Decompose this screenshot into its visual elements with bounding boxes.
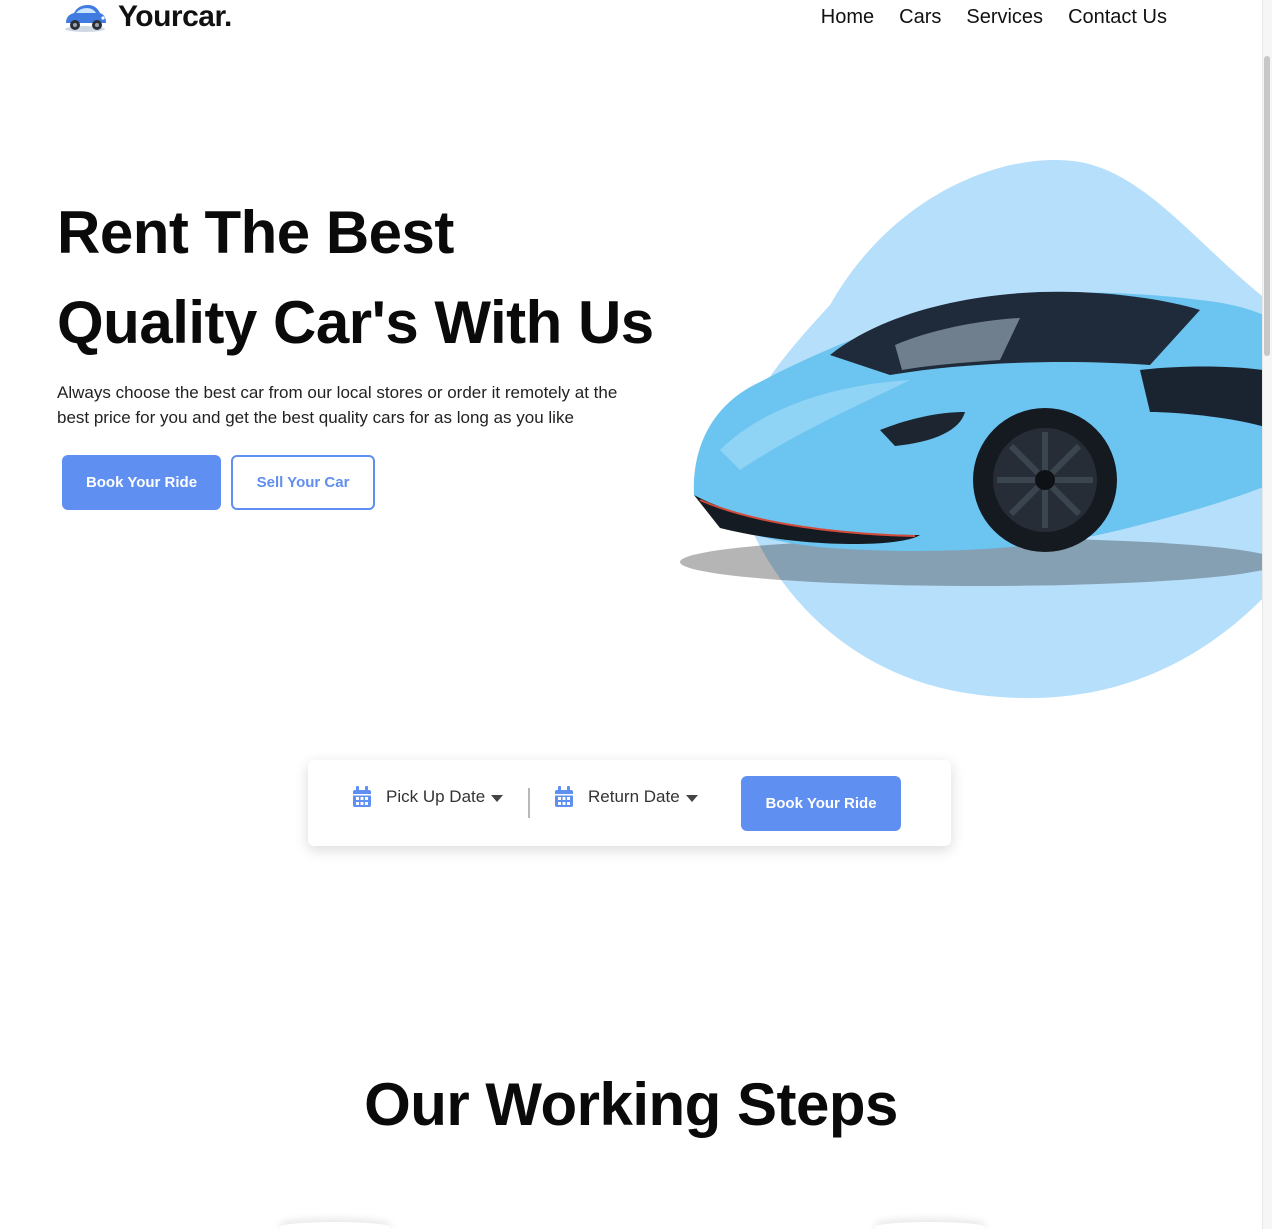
- calendar-icon: [353, 786, 371, 807]
- nav-home[interactable]: Home: [821, 6, 874, 29]
- pickup-date-field[interactable]: Pick Up Date: [352, 786, 504, 808]
- booking-submit-button[interactable]: Book Your Ride: [741, 776, 901, 831]
- field-divider: [528, 788, 530, 818]
- hero-actions: Book Your Ride Sell Your Car: [62, 455, 375, 510]
- site-header: Yourcar. Home Cars Services Contact Us: [0, 0, 1262, 40]
- caret-down-icon: [685, 795, 698, 802]
- brand-logo[interactable]: Yourcar.: [62, 0, 232, 34]
- calendar-icon: [555, 786, 573, 807]
- step-card-edge: [280, 1222, 390, 1229]
- nav-cars[interactable]: Cars: [899, 6, 941, 29]
- main-nav: Home Cars Services Contact Us: [821, 6, 1167, 29]
- sell-your-car-button[interactable]: Sell Your Car: [231, 455, 375, 510]
- book-your-ride-button[interactable]: Book Your Ride: [62, 455, 221, 510]
- nav-services[interactable]: Services: [966, 6, 1043, 29]
- scrollbar-thumb[interactable]: [1264, 56, 1270, 356]
- caret-down-icon: [491, 795, 504, 802]
- return-date-field[interactable]: Return Date: [554, 786, 698, 808]
- pickup-date-label: Pick Up Date: [386, 787, 486, 806]
- return-date-label: Return Date: [588, 787, 680, 806]
- working-steps-title: Our Working Steps: [364, 1071, 898, 1138]
- hero-title-line-1: Rent The Best: [57, 199, 454, 266]
- hero-description: Always choose the best car from our loca…: [57, 383, 618, 427]
- car-logo-icon: [65, 5, 106, 32]
- hero-title: Rent The Best Quality Car's With Us: [57, 188, 654, 368]
- page-scrollbar[interactable]: [1262, 0, 1272, 1229]
- brand-name: Yourcar.: [118, 0, 232, 33]
- hero-title-line-2: Quality Car's With Us: [57, 289, 654, 356]
- step-card-edge: [875, 1222, 985, 1229]
- booking-bar: Pick Up Date Return Date Book Your Ride: [308, 760, 951, 846]
- nav-contact-us[interactable]: Contact Us: [1068, 6, 1167, 29]
- hero-car-image: [680, 150, 1262, 710]
- sports-car-illustration: [680, 159, 1262, 699]
